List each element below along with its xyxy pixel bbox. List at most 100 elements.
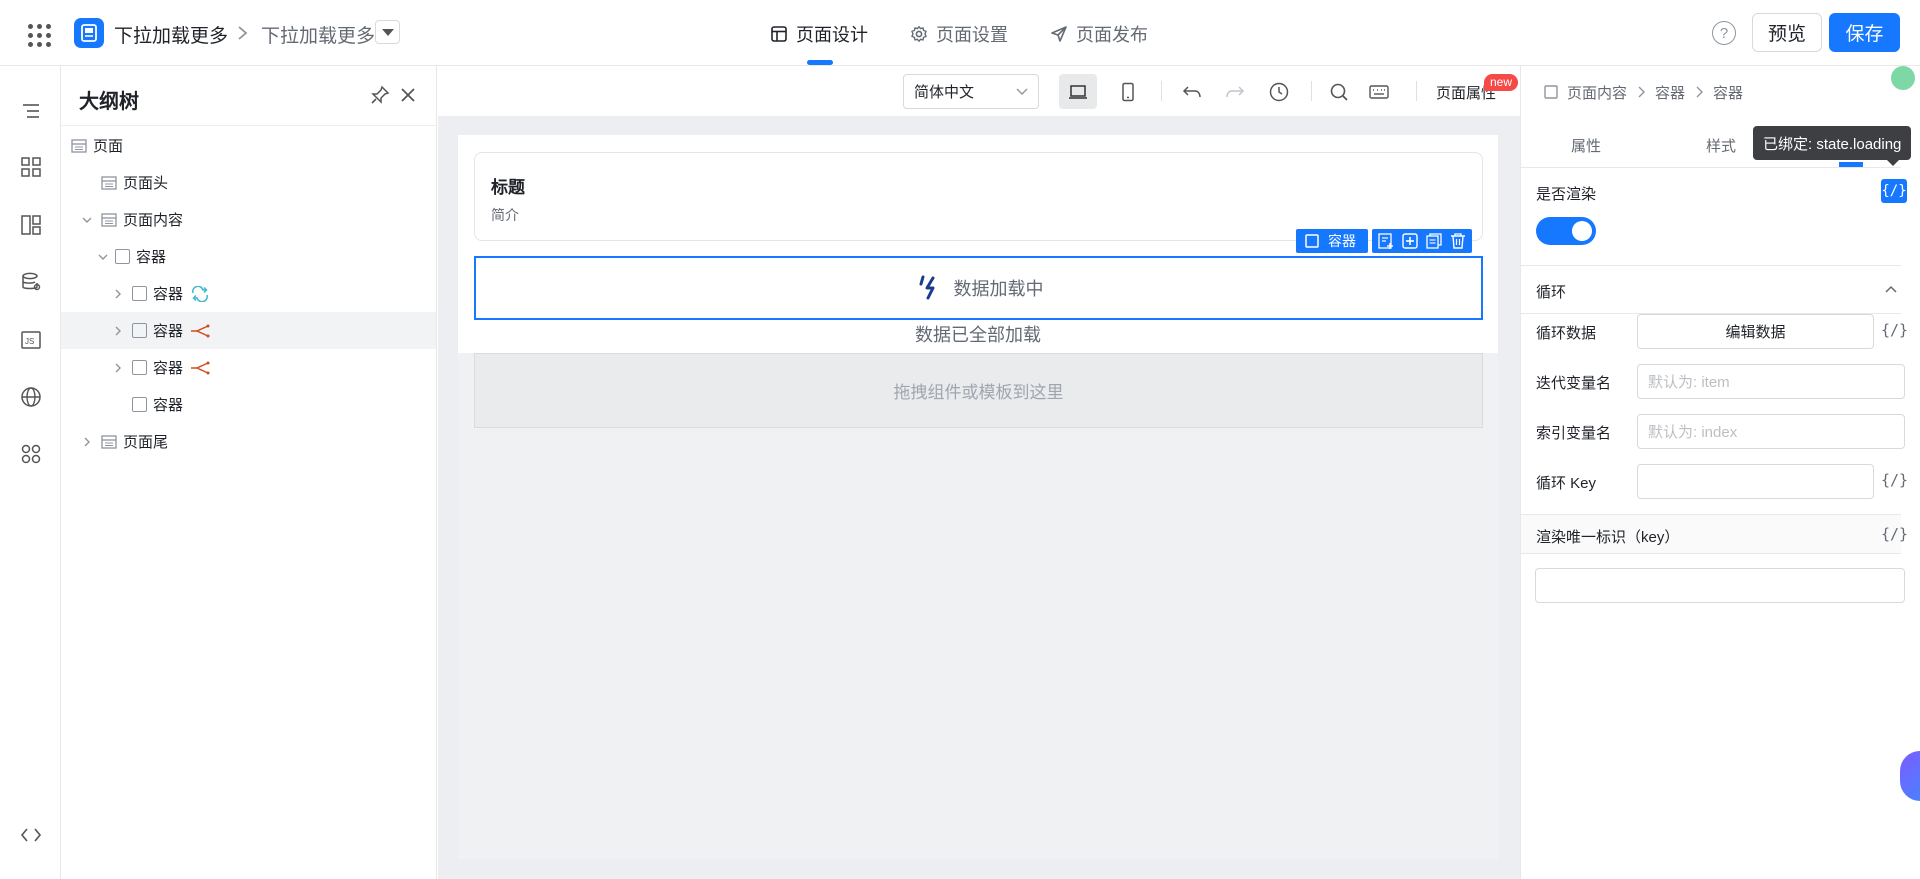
tab-page-publish[interactable]: 页面发布 [1050, 21, 1148, 47]
render-toggle[interactable] [1536, 217, 1596, 245]
copy-icon[interactable] [1424, 231, 1444, 251]
container-node-icon [115, 249, 130, 264]
render-key-binding-button[interactable]: {/} [1881, 525, 1908, 543]
apps-icon[interactable] [18, 441, 44, 467]
outline-panel: 大纲树 页面 页面头 页面内容 容器 容器 容器 容器 容器 页面尾 [61, 66, 437, 879]
close-icon[interactable] [397, 84, 419, 106]
loop-section-header[interactable]: 循环 [1521, 266, 1901, 314]
active-tab-indicator [1839, 162, 1863, 167]
status-dot [1891, 66, 1915, 90]
chevron-right-icon[interactable] [110, 360, 126, 376]
tree-node-container[interactable]: 容器 [61, 386, 436, 423]
outline-header: 大纲树 [61, 66, 436, 126]
mobile-view-button[interactable] [1109, 74, 1147, 109]
undo-button[interactable] [1173, 74, 1211, 109]
loop-key-binding-button[interactable]: {/} [1881, 471, 1908, 489]
desktop-view-button[interactable] [1059, 74, 1097, 109]
history-button[interactable] [1260, 74, 1298, 109]
binding-tooltip: 已绑定: state.loading [1753, 126, 1912, 166]
js-icon[interactable]: JS [18, 327, 44, 353]
chevron-right-icon[interactable] [110, 323, 126, 339]
top-bar: 下拉加载更多 下拉加载更多 页面设计 页面设置 页面发布 ? 预览 保存 [0, 0, 1920, 66]
chevron-down-icon[interactable] [95, 249, 111, 265]
app-name[interactable]: 下拉加载更多 [114, 21, 228, 48]
edit-data-button[interactable]: 编辑数据 [1637, 314, 1874, 349]
help-icon[interactable]: ? [1712, 21, 1736, 45]
tab-properties[interactable]: 属性 [1571, 135, 1601, 156]
tree-node-label: 页面尾 [123, 434, 169, 451]
breadcrumb-item[interactable]: 容器 [1655, 82, 1685, 103]
breadcrumb-item[interactable]: 页面内容 [1567, 82, 1627, 103]
templates-icon[interactable] [18, 212, 44, 238]
chevron-down-icon[interactable] [79, 212, 95, 228]
language-select[interactable]: 简体中文 [903, 74, 1039, 109]
tree-node-container-loop[interactable]: 容器 [61, 275, 436, 312]
pin-icon[interactable] [369, 84, 391, 106]
tree-node-page[interactable]: 页面 [61, 127, 436, 164]
keyboard-icon [1369, 84, 1389, 99]
condition-icon [189, 359, 211, 377]
page-node-icon [101, 212, 117, 227]
left-icon-rail: JS [0, 66, 61, 879]
render-key-label: 渲染唯一标识（key） [1536, 529, 1680, 546]
page-node-icon [71, 138, 87, 153]
loop-key-input[interactable] [1637, 464, 1874, 499]
delete-icon[interactable] [1448, 231, 1468, 251]
datasource-icon[interactable] [18, 269, 44, 295]
components-icon[interactable] [18, 154, 44, 180]
render-key-section: 渲染唯一标识（key） {/} [1521, 514, 1908, 554]
iter-var-input[interactable]: 默认为: item [1637, 364, 1905, 399]
page-name[interactable]: 下拉加载更多 [261, 21, 375, 48]
tree-node-footer[interactable]: 页面尾 [61, 423, 436, 460]
save-button[interactable]: 保存 [1829, 13, 1900, 52]
container-node-icon [132, 323, 147, 338]
loop-data-binding-button[interactable]: {/} [1881, 321, 1908, 339]
container-node-icon [132, 360, 147, 375]
tree-node-header[interactable]: 页面头 [61, 164, 436, 201]
tree-node-label: 页面头 [123, 175, 169, 192]
redo-icon [1226, 85, 1245, 97]
render-label: 是否渲染 [1536, 186, 1597, 203]
tab-styles[interactable]: 样式 [1706, 135, 1736, 156]
tree-node-content[interactable]: 页面内容 [61, 201, 436, 238]
selection-toolbar: 容器 [1296, 229, 1472, 253]
chevron-right-icon[interactable] [79, 434, 95, 450]
tree-node-label: 容器 [153, 286, 184, 303]
code-icon[interactable] [18, 822, 44, 848]
preview-button[interactable]: 预览 [1752, 13, 1822, 52]
tree-node-label: 容器 [136, 249, 167, 266]
chevron-right-icon [238, 26, 248, 40]
search-icon [1330, 83, 1348, 101]
tree-node-label: 容器 [153, 397, 184, 414]
globe-icon[interactable] [18, 384, 44, 410]
add-sibling-icon[interactable] [1376, 231, 1396, 251]
title-card[interactable]: 标题 简介 [474, 152, 1483, 241]
tree-node-container-conditional-selected[interactable]: 容器 [61, 312, 436, 349]
tree-node-container[interactable]: 容器 [61, 238, 436, 275]
app-grid-icon[interactable] [25, 21, 51, 47]
page-dropdown-button[interactable] [375, 20, 400, 44]
chevron-right-icon[interactable] [110, 286, 126, 302]
tab-label: 页面设置 [936, 25, 1008, 45]
tree-node-container-conditional[interactable]: 容器 [61, 349, 436, 386]
selected-loading-container[interactable]: 数据加载中 [474, 256, 1483, 320]
tab-page-design[interactable]: 页面设计 [770, 21, 868, 47]
layout-icon [771, 26, 787, 42]
search-button[interactable] [1320, 74, 1358, 109]
outline-icon[interactable] [18, 98, 44, 124]
selected-component-label[interactable]: 容器 [1296, 229, 1368, 253]
drop-zone[interactable]: 拖拽组件或模板到这里 [474, 353, 1483, 428]
app-logo-icon [74, 18, 104, 48]
add-child-icon[interactable] [1400, 231, 1420, 251]
properties-panel: 页面内容 容器 容器 属性 样式 高级 已绑定: state.loading 是… [1520, 66, 1920, 879]
undo-icon [1182, 85, 1201, 97]
tab-page-settings[interactable]: 页面设置 [910, 21, 1008, 47]
render-binding-button[interactable]: {/} [1881, 179, 1907, 203]
keyboard-button[interactable] [1360, 74, 1398, 109]
index-var-input[interactable]: 默认为: index [1637, 414, 1905, 449]
render-key-input[interactable] [1535, 568, 1905, 603]
breadcrumb-item[interactable]: 容器 [1713, 82, 1743, 103]
index-var-label: 索引变量名 [1536, 425, 1612, 442]
redo-button[interactable] [1216, 74, 1254, 109]
tree-node-label: 页面内容 [123, 212, 184, 229]
